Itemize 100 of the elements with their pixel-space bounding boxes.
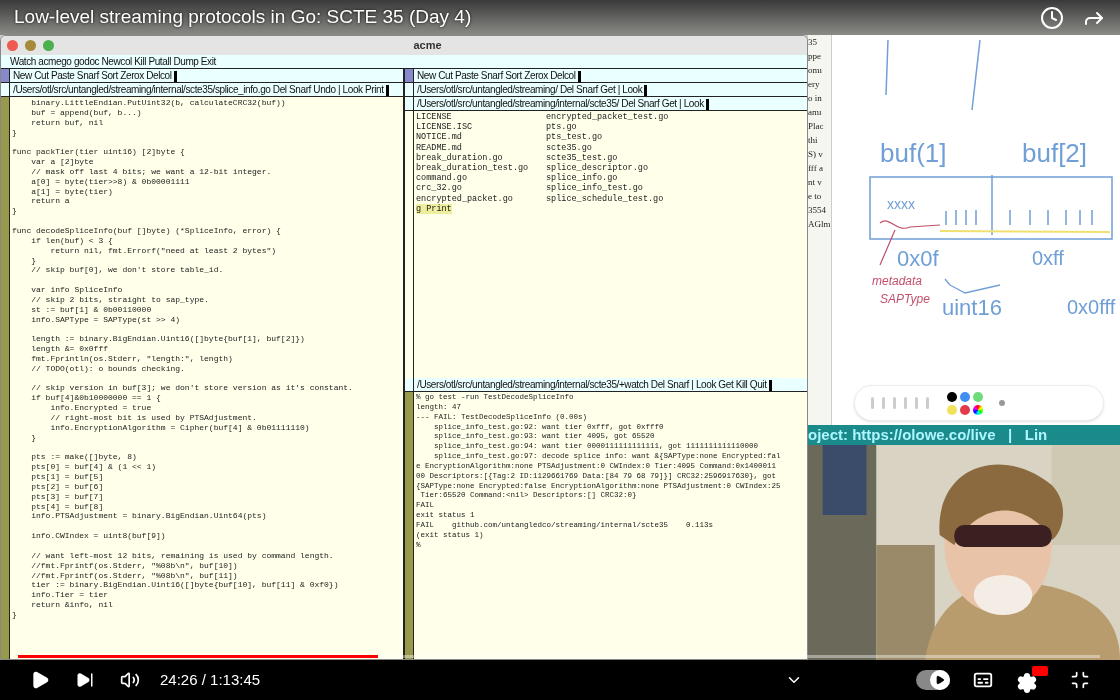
text-cursor bbox=[577, 70, 581, 82]
code-line: //fmt.Fprintf(os.Stderr, "%08b\n", buf[11]) bbox=[30, 570, 239, 581]
scroll-bar[interactable] bbox=[405, 392, 414, 659]
document-text: amı bbox=[808, 107, 823, 118]
code-line: // mask off last 4 bits; we want a 12-bit integer. bbox=[30, 166, 273, 177]
next-icon[interactable] bbox=[76, 671, 94, 689]
handwritten-note: xxxx bbox=[887, 197, 915, 211]
file-name[interactable]: pts_test.go bbox=[546, 132, 672, 143]
code-line: var a [2]byte bbox=[30, 157, 95, 167]
document-text: o in bbox=[808, 93, 823, 104]
handwritten-note: buf(1] bbox=[880, 140, 947, 166]
file-name[interactable]: pts.go bbox=[546, 122, 672, 133]
code-line: } bbox=[12, 127, 18, 138]
code-line: binary.LittleEndian.PutUint32(b, calculateCRC32(buf)) bbox=[30, 98, 287, 108]
document-text: S) v bbox=[808, 149, 824, 160]
handwritten-note: buf[2] bbox=[1022, 140, 1088, 166]
text-cursor bbox=[644, 84, 648, 96]
window-title: acme bbox=[413, 38, 442, 54]
file-name[interactable]: splice_info_test.go bbox=[546, 183, 672, 194]
code-line: info.SAPType = SAPType(st >> 4) bbox=[30, 314, 182, 325]
code-line: pts[1] = buf[5] bbox=[30, 472, 105, 482]
text-cursor bbox=[705, 98, 709, 110]
file-name[interactable]: splice_descriptor.go bbox=[546, 163, 672, 174]
code-line: pts[4] = buf[8] bbox=[30, 501, 105, 512]
add-icon[interactable] bbox=[999, 400, 1005, 406]
code-line: tier := binary.BigEndian.Uint16([]byte{buf[10], buf[11] & 0xf0}) bbox=[30, 580, 340, 591]
file-name[interactable]: break_duration_test.go bbox=[416, 163, 542, 174]
handwritten-note: uint16 bbox=[942, 297, 1002, 319]
code-line: a[1] = byte(tier) bbox=[30, 186, 114, 197]
code-line: // right-most bit is used by PTSAdjustment. bbox=[49, 413, 258, 423]
file-name[interactable]: splice_info.go bbox=[546, 173, 672, 184]
autoplay-toggle[interactable] bbox=[916, 670, 950, 690]
file-name[interactable]: crc_32.go bbox=[416, 183, 542, 194]
code-line: pts := make([]byte, 8) bbox=[30, 452, 138, 463]
handwritten-note: 0xff bbox=[1032, 248, 1064, 268]
text-cursor bbox=[173, 70, 177, 82]
exit-fullscreen-icon[interactable] bbox=[1070, 670, 1090, 690]
play-icon[interactable] bbox=[30, 670, 50, 690]
minimize-button[interactable] bbox=[25, 40, 36, 51]
progress-track[interactable] bbox=[18, 655, 1100, 658]
file-name[interactable]: encrypted_packet_test.go bbox=[546, 112, 672, 123]
file-name[interactable]: command.go bbox=[416, 173, 542, 184]
color-swatch[interactable] bbox=[973, 391, 983, 402]
code-line: return buf, nil bbox=[30, 117, 105, 128]
file-name[interactable]: scte35_test.go bbox=[546, 152, 672, 163]
file-name[interactable]: LICENSE bbox=[416, 112, 542, 123]
document-text: AGlm bbox=[808, 219, 831, 230]
file-name[interactable]: README.md bbox=[416, 142, 542, 153]
handwritten-note: metadata bbox=[872, 275, 923, 287]
typed-command: g Print bbox=[416, 203, 452, 215]
file-name[interactable]: NOTICE.md bbox=[416, 132, 542, 143]
file-name[interactable]: encrypted_packet.go bbox=[416, 193, 542, 204]
code-line: func decodeSpliceInfo(buf []byte) (*SpliceInfo, error) { bbox=[12, 225, 282, 236]
color-wheel-icon[interactable] bbox=[973, 404, 983, 415]
color-swatch[interactable] bbox=[947, 404, 957, 415]
code-line: info.PTSAdjustment = binary.BigEndian.Uint64(pts) bbox=[30, 511, 268, 522]
code-line: info.EncryptionAlgorithm = Cipher(buf[4] & 0b01111110) bbox=[49, 422, 311, 433]
main-tag-line[interactable]: Watch acmego godoc Newcol Kill Putall Dump Exit bbox=[1, 55, 807, 68]
time-display: 24:26 / 1:13:45 bbox=[160, 669, 261, 690]
code-line: // TODO(otl): o bounds checking. bbox=[30, 363, 186, 374]
code-line: // skip 2 bits, straight to sap_type. bbox=[30, 294, 210, 305]
close-button[interactable] bbox=[7, 40, 18, 51]
document-text: fff a bbox=[808, 163, 824, 174]
code-line: buf = append(buf, b...) bbox=[30, 107, 143, 118]
hd-badge-icon bbox=[1032, 666, 1048, 676]
code-line: length &= 0x0fff bbox=[30, 344, 109, 354]
code-line: pts[3] = buf[7] bbox=[30, 491, 105, 502]
color-swatch[interactable] bbox=[947, 391, 957, 402]
video-title: Low-level streaming protocols in Go: SCTE 35 (Day 4) bbox=[14, 5, 473, 30]
volume-icon[interactable] bbox=[120, 670, 140, 690]
code-line: //fmt.Fprintf(os.Stderr, "%08b\n", buf[10]) bbox=[30, 560, 239, 571]
file-name[interactable]: LICENSE.ISC bbox=[416, 122, 542, 133]
code-line: // skip buf[0], we don't store table_id. bbox=[30, 265, 225, 276]
file-name[interactable]: splice_schedule_test.go bbox=[546, 193, 672, 204]
code-line: var info SpliceInfo bbox=[30, 285, 124, 295]
code-line: } bbox=[12, 609, 18, 620]
code-line: if len(buf) < 3 { bbox=[30, 235, 114, 246]
code-line: info.Tier = tier bbox=[30, 590, 109, 601]
banner-text: oject: https://olowe.co/live | Lin bbox=[808, 425, 1048, 445]
color-swatch[interactable] bbox=[960, 391, 970, 402]
handwritten-note: 0x0f bbox=[897, 248, 939, 270]
scroll-bar[interactable] bbox=[1, 97, 10, 659]
code-line: info.CWIndex = uint8(buf[9]) bbox=[30, 531, 167, 541]
code-line: info.Encrypted = true bbox=[49, 403, 153, 413]
file-name[interactable]: scte35.go bbox=[546, 142, 672, 153]
watch-later-icon[interactable] bbox=[1040, 5, 1064, 30]
code-line: st := buf[1] & 0b00110000 bbox=[30, 304, 153, 315]
file-name[interactable]: break_duration.go bbox=[416, 152, 542, 163]
document-text: 3554 bbox=[808, 205, 827, 216]
play-icon bbox=[935, 675, 945, 685]
document-text: e to bbox=[808, 191, 823, 202]
code-line: // skip version in buf[3]; we don't store version as it's constant. bbox=[30, 383, 353, 394]
code-line: fmt.Fprintln(os.Stderr, "length:", length) bbox=[30, 353, 234, 364]
code-line: // want left-most 12 bits, remaining is used by command length. bbox=[30, 550, 335, 561]
document-text: Plac bbox=[808, 121, 825, 132]
handwritten-note: SAPType bbox=[880, 293, 930, 305]
code-line: pts[0] = buf[4] & (1 << 1) bbox=[30, 462, 158, 473]
color-swatch[interactable] bbox=[960, 404, 970, 415]
text-cursor bbox=[768, 379, 772, 391]
settings-button[interactable] bbox=[1016, 666, 1048, 694]
